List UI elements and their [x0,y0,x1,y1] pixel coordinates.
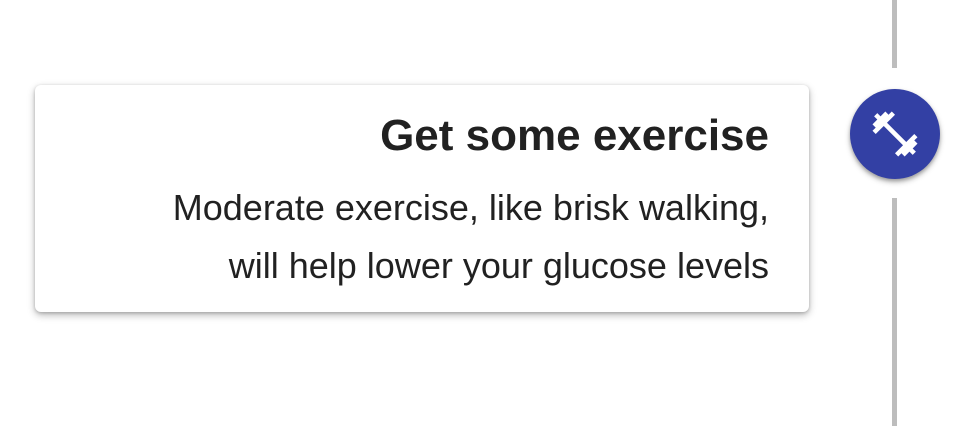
timeline-view: Get some exercise Moderate exercise, lik… [0,0,970,426]
timeline-line-bottom [892,198,897,426]
timeline-card: Get some exercise Moderate exercise, lik… [35,85,809,312]
card-title: Get some exercise [380,111,769,160]
timeline-line-top [892,0,897,68]
timeline-marker[interactable] [850,89,940,179]
card-description: Moderate exercise, like brisk walking, w… [75,179,769,295]
fitness-center-icon [872,111,918,157]
card-description-line-2: will help lower your glucose levels [228,245,769,286]
card-description-line-1: Moderate exercise, like brisk walking, [172,187,769,228]
